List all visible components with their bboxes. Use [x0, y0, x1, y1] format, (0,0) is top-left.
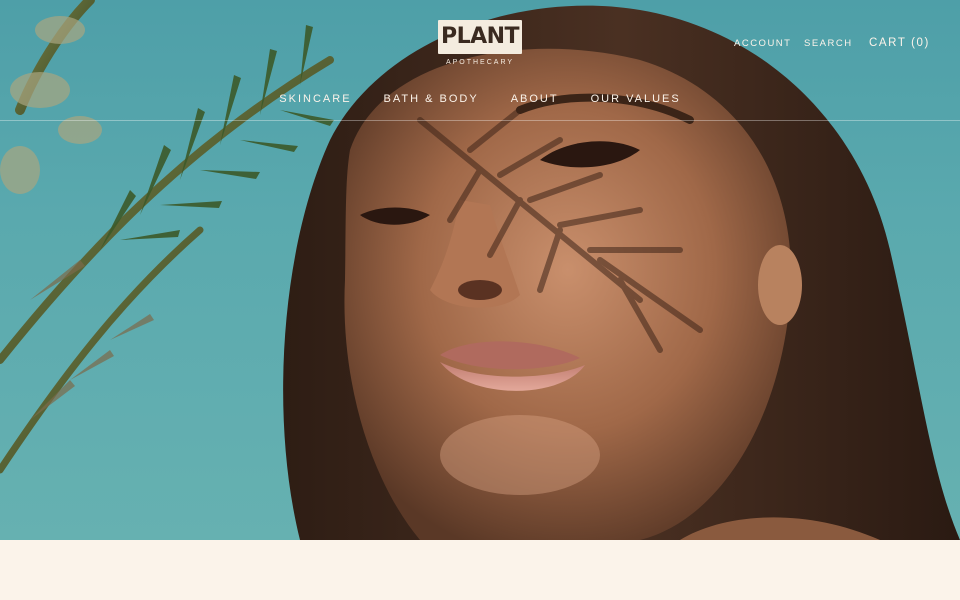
- cart-link[interactable]: CART (0): [869, 37, 930, 49]
- logo-subtext: APOTHECARY: [445, 59, 515, 66]
- search-link[interactable]: SEARCH: [804, 38, 853, 49]
- nav-item-skincare[interactable]: SKINCARE: [279, 93, 351, 105]
- account-link[interactable]: ACCOUNT: [734, 38, 791, 49]
- hero-banner: [0, 0, 960, 540]
- nav-item-our-values[interactable]: OUR VALUES: [591, 93, 681, 105]
- main-nav: SKINCARE BATH & BODY ABOUT OUR VALUES: [0, 93, 960, 105]
- nav-item-bath-body[interactable]: BATH & BODY: [384, 93, 479, 105]
- content-area: [0, 540, 960, 600]
- logo-wordmark: PLANT: [438, 20, 522, 54]
- brand-logo[interactable]: PLANT APOTHECARY: [438, 20, 522, 66]
- hero-image: [0, 0, 960, 540]
- nav-item-about[interactable]: ABOUT: [511, 93, 559, 105]
- header-divider: [0, 120, 960, 121]
